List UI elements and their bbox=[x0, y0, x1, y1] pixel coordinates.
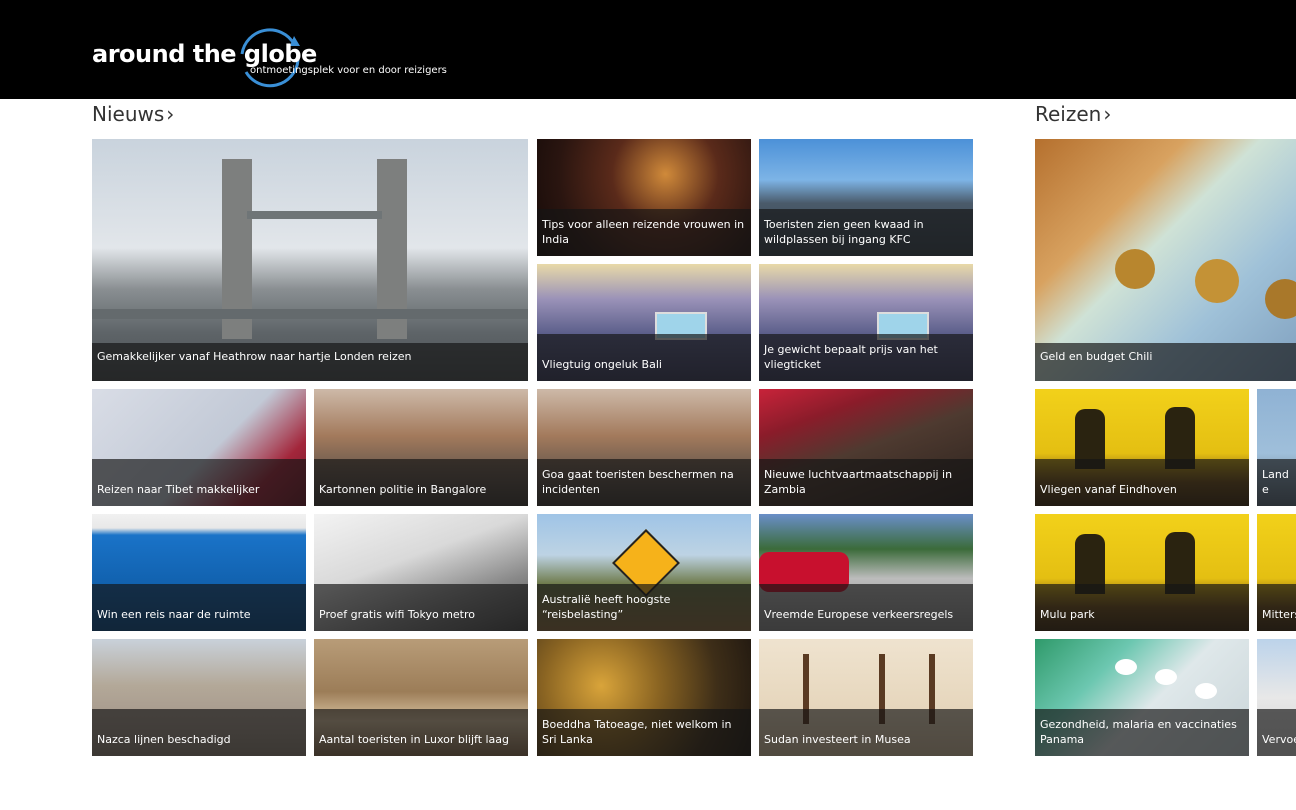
tile-caption: Aantal toeristen in Luxor blijft laag bbox=[319, 733, 510, 746]
tile-caption-bar: Gezondheid, malaria en vaccinaties Panam… bbox=[1035, 709, 1249, 756]
tile-caption: Land e bbox=[1262, 468, 1289, 496]
tile-caption: Kartonnen politie in Bangalore bbox=[319, 483, 487, 496]
tile-caption: Nieuwe luchtvaartmaatschappij in Zambia bbox=[764, 468, 953, 496]
news-tile-luxor[interactable]: Aantal toeristen in Luxor blijft laag bbox=[314, 639, 528, 756]
section-header-reizen[interactable]: Reizen › bbox=[1035, 102, 1111, 132]
tile-caption-bar: Nieuwe luchtvaartmaatschappij in Zambia bbox=[759, 459, 973, 506]
tile-caption-bar: Land e bbox=[1257, 459, 1296, 506]
tile-caption-bar: Gemakkelijker vanaf Heathrow naar hartje… bbox=[92, 343, 528, 381]
tile-caption-bar: Win een reis naar de ruimte bbox=[92, 584, 306, 631]
section-title-reizen: Reizen bbox=[1035, 102, 1102, 126]
news-tile-bangalore[interactable]: Kartonnen politie in Bangalore bbox=[314, 389, 528, 506]
news-tile-gewicht[interactable]: Je gewicht bepaalt prijs van het vliegti… bbox=[759, 264, 973, 381]
tile-caption: Goa gaat toeristen beschermen na inciden… bbox=[542, 468, 734, 496]
travel-tile-land[interactable]: Land e bbox=[1257, 389, 1296, 506]
tile-caption-bar: Mitters bbox=[1257, 584, 1296, 631]
travel-tile-chili[interactable]: Geld en budget Chili bbox=[1035, 139, 1296, 381]
tile-caption: Vreemde Europese verkeersregels bbox=[764, 608, 954, 621]
tile-caption-bar: Proef gratis wifi Tokyo metro bbox=[314, 584, 528, 631]
tile-caption: Vervoe bbox=[1262, 733, 1296, 746]
tile-caption-bar: Reizen naar Tibet makkelijker bbox=[92, 459, 306, 506]
news-tile-nazca[interactable]: Nazca lijnen beschadigd bbox=[92, 639, 306, 756]
tile-caption-bar: Tips voor alleen reizende vrouwen in Ind… bbox=[537, 209, 751, 256]
news-tile-india[interactable]: Tips voor alleen reizende vrouwen in Ind… bbox=[537, 139, 751, 256]
tile-caption-bar: Vliegtuig ongeluk Bali bbox=[537, 334, 751, 381]
chevron-right-icon: › bbox=[166, 102, 175, 126]
news-tile-australie[interactable]: Australië heeft hoogste “reisbelasting” bbox=[537, 514, 751, 631]
news-tile-boeddha[interactable]: Boeddha Tatoeage, niet welkom in Sri Lan… bbox=[537, 639, 751, 756]
tile-caption: Gezondheid, malaria en vaccinaties Panam… bbox=[1040, 718, 1237, 746]
tile-caption-bar: Kartonnen politie in Bangalore bbox=[314, 459, 528, 506]
tile-caption-bar: Goa gaat toeristen beschermen na inciden… bbox=[537, 459, 751, 506]
tile-caption: Mitters bbox=[1262, 608, 1296, 621]
tile-caption-bar: Boeddha Tatoeage, niet welkom in Sri Lan… bbox=[537, 709, 751, 756]
tile-caption: Toeristen zien geen kwaad in wildplassen… bbox=[764, 218, 924, 246]
tile-caption-bar: Vliegen vanaf Eindhoven bbox=[1035, 459, 1249, 506]
tile-caption: Vliegtuig ongeluk Bali bbox=[542, 358, 662, 371]
tile-caption-bar: Nazca lijnen beschadigd bbox=[92, 709, 306, 756]
travel-tile-vervoer[interactable]: Vervoe bbox=[1257, 639, 1296, 756]
tile-caption-bar: Mulu park bbox=[1035, 584, 1249, 631]
tile-caption: Australië heeft hoogste “reisbelasting” bbox=[542, 593, 671, 621]
tile-caption: Boeddha Tatoeage, niet welkom in Sri Lan… bbox=[542, 718, 732, 746]
top-bar: around the globe ontmoetingsplek voor en… bbox=[0, 0, 1296, 99]
tile-caption: Nazca lijnen beschadigd bbox=[97, 733, 231, 746]
chevron-right-icon: › bbox=[1103, 102, 1112, 126]
travel-tile-mulu[interactable]: Mulu park bbox=[1035, 514, 1249, 631]
tile-caption-bar: Sudan investeert in Musea bbox=[759, 709, 973, 756]
tile-caption-bar: Australië heeft hoogste “reisbelasting” bbox=[537, 584, 751, 631]
news-tile-sudan[interactable]: Sudan investeert in Musea bbox=[759, 639, 973, 756]
news-tile-tokyo[interactable]: Proef gratis wifi Tokyo metro bbox=[314, 514, 528, 631]
tile-caption: Geld en budget Chili bbox=[1040, 350, 1153, 363]
news-tile-goa[interactable]: Goa gaat toeristen beschermen na inciden… bbox=[537, 389, 751, 506]
travel-tile-panama[interactable]: Gezondheid, malaria en vaccinaties Panam… bbox=[1035, 639, 1249, 756]
travel-tile-mitters[interactable]: Mitters bbox=[1257, 514, 1296, 631]
news-tile-zambia[interactable]: Nieuwe luchtvaartmaatschappij in Zambia bbox=[759, 389, 973, 506]
news-tile-heathrow[interactable]: Gemakkelijker vanaf Heathrow naar hartje… bbox=[92, 139, 528, 381]
logo-tagline: ontmoetingsplek voor en door reizigers bbox=[250, 65, 447, 76]
tile-caption: Sudan investeert in Musea bbox=[764, 733, 911, 746]
tile-caption-bar: Geld en budget Chili bbox=[1035, 343, 1296, 381]
tile-caption: Proef gratis wifi Tokyo metro bbox=[319, 608, 476, 621]
logo[interactable]: around the globe ontmoetingsplek voor en… bbox=[92, 28, 452, 92]
tile-caption-bar: Toeristen zien geen kwaad in wildplassen… bbox=[759, 209, 973, 256]
tile-caption-bar: Aantal toeristen in Luxor blijft laag bbox=[314, 709, 528, 756]
news-tile-tibet[interactable]: Reizen naar Tibet makkelijker bbox=[92, 389, 306, 506]
tile-caption-bar: Je gewicht bepaalt prijs van het vliegti… bbox=[759, 334, 973, 381]
news-tile-verkeersregels[interactable]: Vreemde Europese verkeersregels bbox=[759, 514, 973, 631]
travel-tile-eindhoven[interactable]: Vliegen vanaf Eindhoven bbox=[1035, 389, 1249, 506]
news-tile-ruimte[interactable]: Win een reis naar de ruimte bbox=[92, 514, 306, 631]
tile-caption: Tips voor alleen reizende vrouwen in Ind… bbox=[542, 218, 745, 246]
logo-title: around the globe bbox=[92, 40, 317, 68]
tile-caption-bar: Vreemde Europese verkeersregels bbox=[759, 584, 973, 631]
tile-caption: Win een reis naar de ruimte bbox=[97, 608, 251, 621]
tile-caption: Je gewicht bepaalt prijs van het vliegti… bbox=[764, 343, 938, 371]
section-header-nieuws[interactable]: Nieuws › bbox=[92, 102, 174, 132]
section-title-nieuws: Nieuws bbox=[92, 102, 165, 126]
news-tile-kfc[interactable]: Toeristen zien geen kwaad in wildplassen… bbox=[759, 139, 973, 256]
tile-caption: Reizen naar Tibet makkelijker bbox=[97, 483, 260, 496]
tile-caption-bar: Vervoe bbox=[1257, 709, 1296, 756]
tile-caption: Vliegen vanaf Eindhoven bbox=[1040, 483, 1177, 496]
tile-caption: Mulu park bbox=[1040, 608, 1095, 621]
tile-caption: Gemakkelijker vanaf Heathrow naar hartje… bbox=[97, 350, 412, 363]
news-tile-bali[interactable]: Vliegtuig ongeluk Bali bbox=[537, 264, 751, 381]
